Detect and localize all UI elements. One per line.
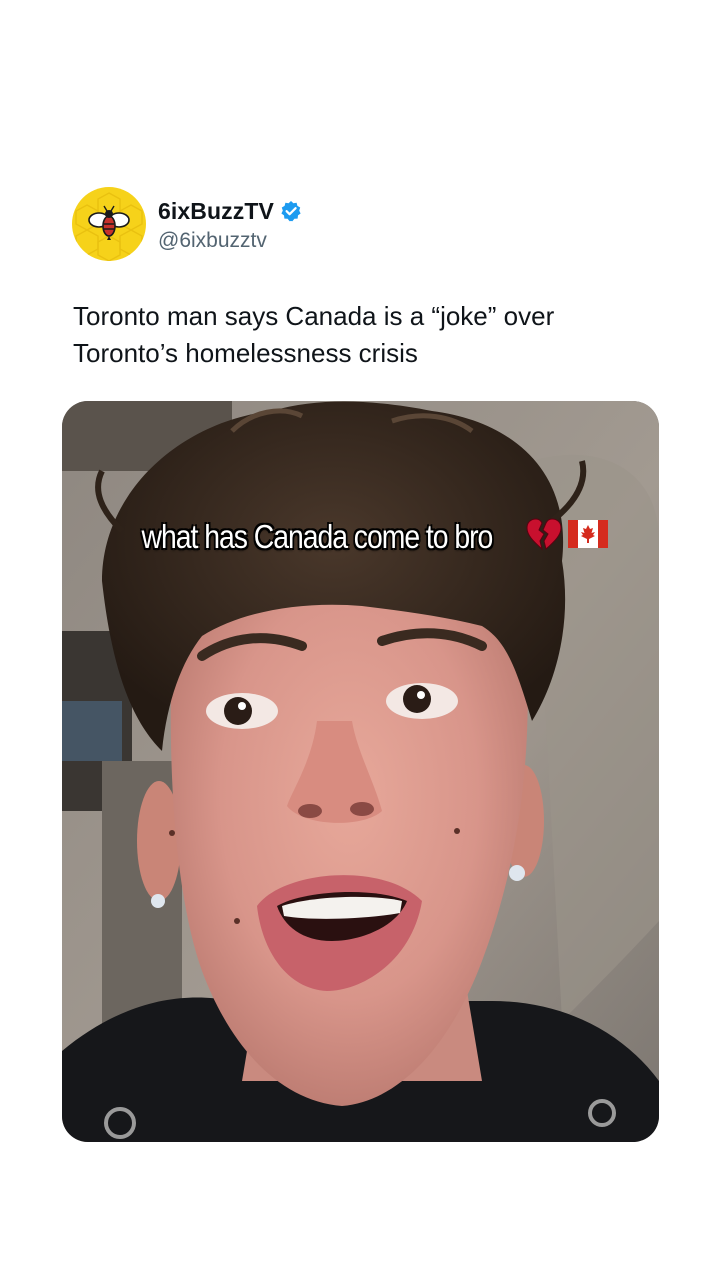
post-media[interactable]: what has Canada come to bro: [62, 401, 659, 1142]
verified-badge-icon: [280, 200, 302, 222]
user-handle[interactable]: @6ixbuzztv: [158, 229, 302, 253]
video-still-image: [62, 401, 659, 1142]
avatar[interactable]: [72, 187, 146, 261]
display-name[interactable]: 6ixBuzzTV: [158, 198, 274, 225]
broken-heart-icon: [525, 517, 563, 556]
post-header: 6ixBuzzTV @6ixbuzztv: [72, 186, 302, 262]
post-text: Toronto man says Canada is a “joke” over…: [73, 301, 555, 368]
display-name-row: 6ixBuzzTV: [158, 195, 302, 227]
caption-text: what has Canada come to bro: [141, 517, 494, 555]
author-names: 6ixBuzzTV @6ixbuzztv: [158, 195, 302, 253]
post-card: 6ixBuzzTV @6ixbuzztv Toronto man says Ca…: [0, 0, 720, 1280]
bee-logo-icon: [75, 192, 143, 261]
video-caption: what has Canada come to bro: [62, 517, 659, 556]
canada-flag-icon: [567, 520, 608, 553]
